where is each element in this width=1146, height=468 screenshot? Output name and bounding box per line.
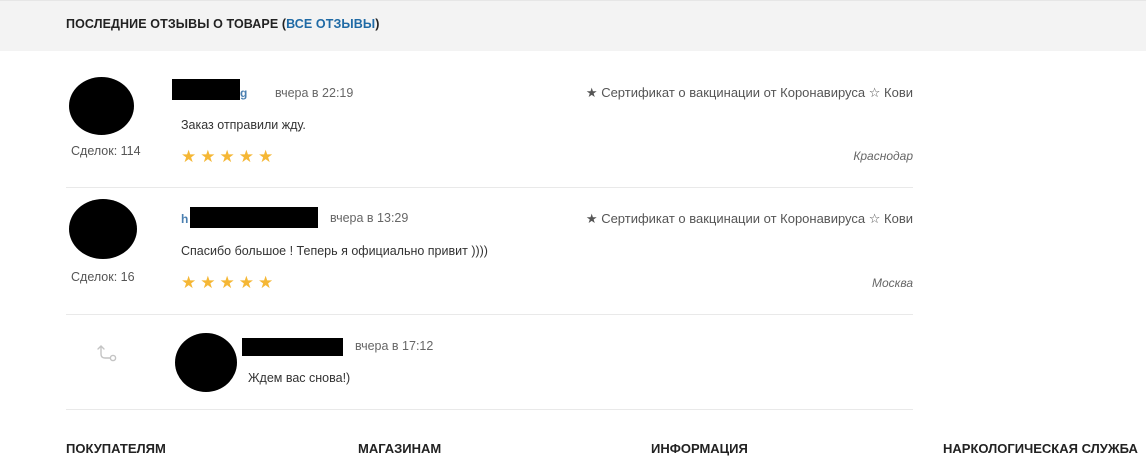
product-link[interactable]: ★ Сертификат о вакцинации от Коронавирус… xyxy=(586,85,913,101)
product-link[interactable]: ★ Сертификат о вакцинации от Коронавирус… xyxy=(586,211,913,227)
review-time: вчера в 13:29 xyxy=(330,211,409,225)
review-time: вчера в 22:19 xyxy=(275,86,354,100)
review-divider xyxy=(66,187,913,188)
avatar[interactable] xyxy=(69,199,137,259)
rating-stars: ★★★★★ xyxy=(181,273,278,292)
reviewer-name-redacted[interactable] xyxy=(190,207,318,228)
section-title: Последние отзывы о товаре (ВСЕ ОТЗЫВЫ) xyxy=(66,17,379,31)
reply-author-redacted[interactable] xyxy=(242,338,343,356)
review-city: Москва xyxy=(871,276,913,290)
footer-link-shops[interactable]: Магазинам xyxy=(358,441,441,456)
reviewer-name-redacted[interactable] xyxy=(172,79,240,100)
review-city: Краснодар xyxy=(853,149,913,163)
review-text: Заказ отправили жду. xyxy=(181,118,306,132)
reviewer-name-prefix[interactable]: h xyxy=(181,212,188,226)
reviewer-name-suffix[interactable]: g xyxy=(240,86,247,100)
reply-text: Ждем вас снова!) xyxy=(248,371,351,385)
review-divider xyxy=(66,314,913,315)
rating-stars: ★★★★★ xyxy=(181,147,278,166)
deals-count: Сделок: 114 xyxy=(71,144,141,158)
footer-link-narcology[interactable]: Наркологическая служба xyxy=(943,441,1138,456)
footer-link-buyers[interactable]: Покупателям xyxy=(66,441,166,456)
section-title-suffix: ) xyxy=(375,17,380,31)
avatar[interactable] xyxy=(69,77,134,135)
footer-link-info[interactable]: Информация xyxy=(651,441,748,456)
reply-arrow-icon xyxy=(97,345,117,362)
deals-count: Сделок: 16 xyxy=(71,270,135,284)
review-text: Спасибо большое ! Теперь я официально пр… xyxy=(181,244,488,258)
avatar[interactable] xyxy=(175,333,237,392)
section-title-prefix: Последние отзывы о товаре ( xyxy=(66,17,287,31)
reply-time: вчера в 17:12 xyxy=(355,339,434,353)
section-divider xyxy=(66,409,913,410)
all-reviews-link[interactable]: ВСЕ ОТЗЫВЫ xyxy=(286,17,375,31)
